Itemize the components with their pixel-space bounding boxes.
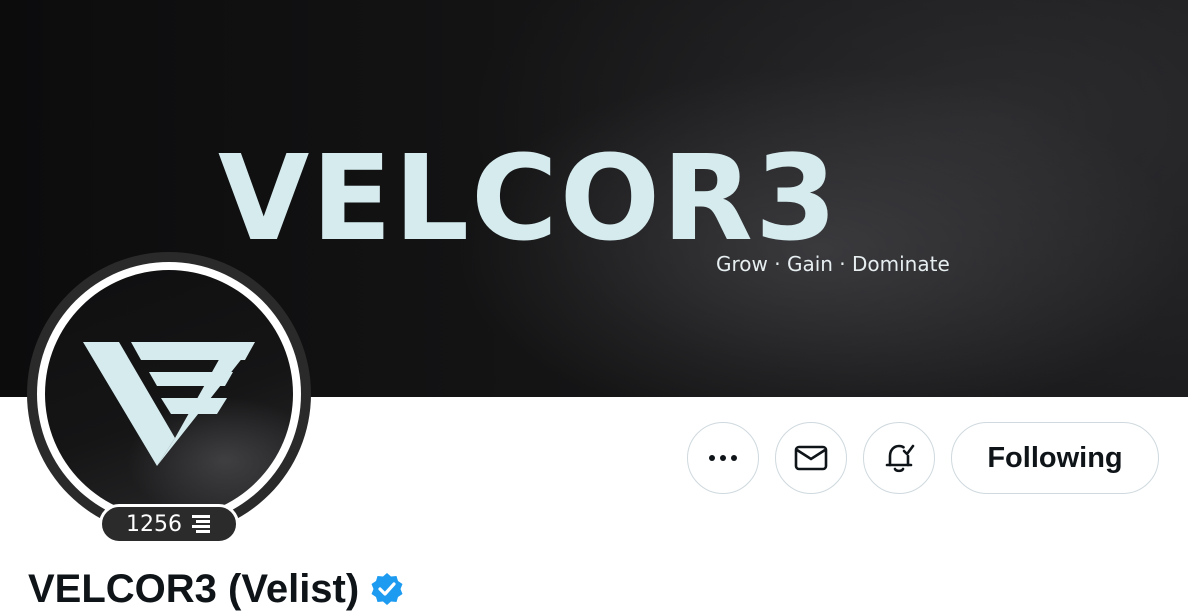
badge-count: 1256: [126, 511, 182, 537]
profile-display-name: VELCOR3 (Velist): [28, 564, 405, 614]
velcor3-logo-icon: [83, 342, 255, 466]
notifications-button[interactable]: [863, 422, 935, 494]
bell-check-icon: [885, 444, 915, 473]
banner-logo-text: VELCOR3: [218, 129, 839, 267]
following-button[interactable]: Following: [951, 422, 1159, 494]
envelope-icon: [794, 445, 828, 471]
velcor3-mark-icon: [192, 515, 210, 533]
display-name-text: VELCOR3 (Velist): [28, 566, 360, 611]
more-horizontal-icon: [709, 455, 737, 461]
avatar[interactable]: [45, 270, 293, 518]
follower-badge[interactable]: 1256: [99, 504, 239, 544]
more-options-button[interactable]: [687, 422, 759, 494]
verified-badge-icon: [371, 573, 403, 605]
banner-tagline: Grow · Gain · Dominate: [716, 252, 950, 276]
message-button[interactable]: [775, 422, 847, 494]
